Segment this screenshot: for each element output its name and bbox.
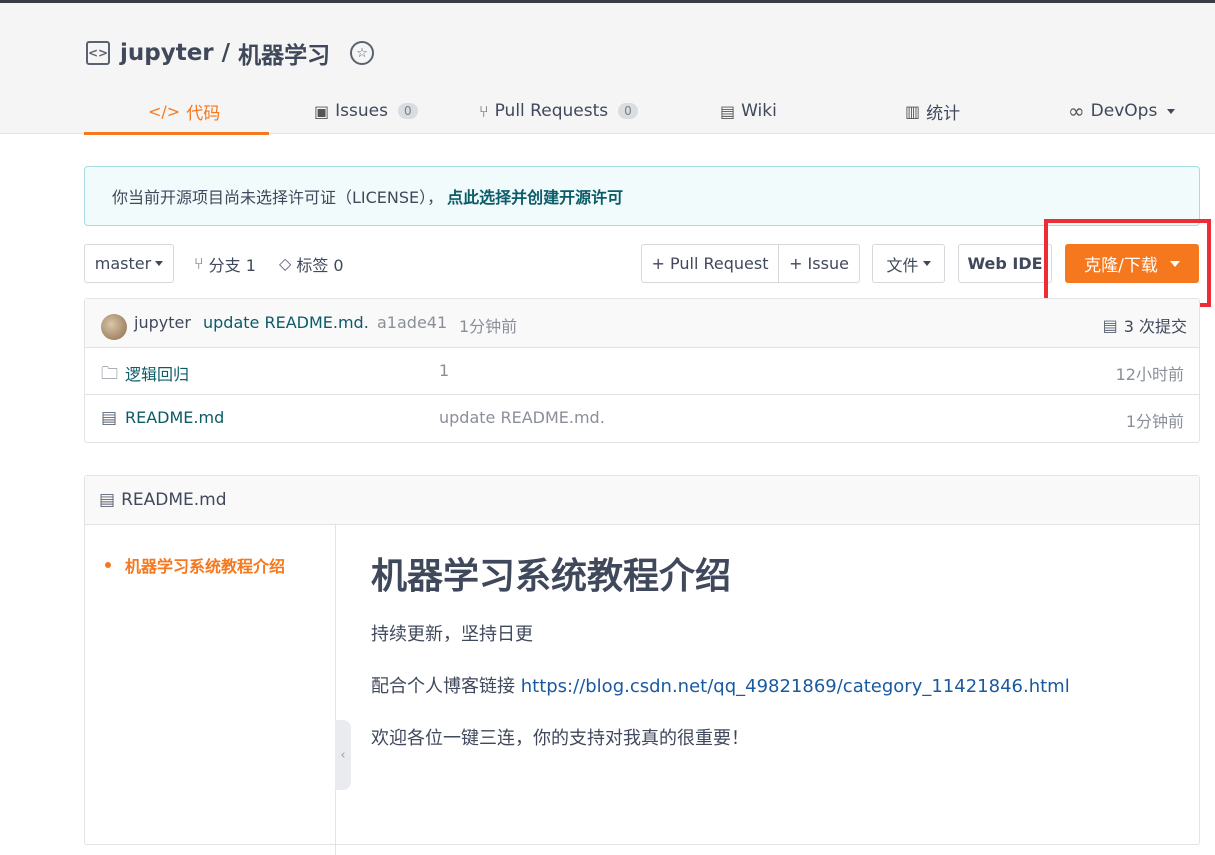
branches-label: 分支 1 <box>208 255 256 275</box>
file-icon: ▤ <box>101 408 118 428</box>
commit-count-label: 3 次提交 <box>1123 317 1187 336</box>
tab-devops[interactable]: ∞ DevOps <box>1068 88 1176 134</box>
list-item[interactable]: 🗀 逻辑回归 1 12小时前 <box>85 348 1199 395</box>
highlight-box <box>1044 219 1211 307</box>
branches-link[interactable]: ⑂ 分支 1 <box>194 244 256 283</box>
tab-issues[interactable]: ▣ Issues 0 <box>314 88 418 134</box>
commit-message[interactable]: update README.md. <box>203 313 369 332</box>
issues-count-badge: 0 <box>397 103 418 119</box>
tab-code-label: 代码 <box>186 103 221 124</box>
tab-pull-requests[interactable]: ⑂ Pull Requests 0 <box>479 88 638 134</box>
blog-link[interactable]: https://blog.csdn.net/qq_49821869/catego… <box>521 676 1070 697</box>
commit-author[interactable]: jupyter <box>134 313 191 332</box>
file-icon: ▤ <box>99 490 116 510</box>
web-ide-label: Web IDE <box>967 254 1043 273</box>
tab-wiki[interactable]: ▤ Wiki <box>720 88 777 134</box>
tab-stats[interactable]: ▥ 统计 <box>905 88 960 134</box>
tab-code[interactable]: </> 代码 <box>148 88 220 134</box>
file-time: 12小时前 <box>1115 365 1184 384</box>
bullet-icon <box>105 562 111 568</box>
readme-header: ▤ README.md <box>85 476 1199 525</box>
branch-icon: ⑂ <box>194 254 204 273</box>
repo-name[interactable]: 机器学习 <box>238 36 330 70</box>
tab-stats-label: 统计 <box>926 103 961 124</box>
file-name[interactable]: README.md <box>125 408 224 427</box>
tab-wiki-label: Wiki <box>741 101 777 121</box>
file-list: jupyter update README.md. a1ade41 1分钟前 ▤… <box>84 298 1200 443</box>
tag-icon: ◇ <box>279 254 292 273</box>
chevron-down-icon <box>1167 108 1176 114</box>
list-item[interactable]: ▤ README.md update README.md. 1分钟前 <box>85 395 1199 442</box>
readme-line-1: 持续更新，坚持日更 <box>371 624 533 645</box>
new-issue-label: + Issue <box>789 254 849 273</box>
toc-item-label: 机器学习系统教程介绍 <box>125 557 286 576</box>
commit-history-icon: ▤ <box>1102 315 1118 335</box>
readme-panel: ▤ README.md 机器学习系统教程介绍 ‹ 机器学习系统教程介绍 持续更新… <box>84 475 1200 855</box>
chevron-down-icon <box>922 261 931 266</box>
create-license-link[interactable]: 点此选择并创建开源许可 <box>447 184 623 208</box>
repo-toolbar: master ⑂ 分支 1 ◇ 标签 0 + Pull Request + Is… <box>84 244 1200 284</box>
repo-owner[interactable]: jupyter <box>120 40 214 66</box>
pull-requests-count-badge: 0 <box>618 103 638 119</box>
file-time: 1分钟前 <box>1125 412 1184 431</box>
file-menu-button[interactable]: 文件 <box>872 244 945 283</box>
recommend-badge-icon[interactable]: ☆ <box>350 41 375 65</box>
repo-separator: / <box>221 40 231 66</box>
file-menu-label: 文件 <box>886 255 919 275</box>
new-pull-request-label: + Pull Request <box>651 254 769 273</box>
file-commit-message[interactable]: 1 <box>439 361 449 380</box>
file-name[interactable]: 逻辑回归 <box>125 361 189 385</box>
repo-tabs: </> 代码 ▣ Issues 0 ⑂ Pull Requests 0 ▤ Wi… <box>84 88 1199 135</box>
code-icon: </> <box>148 101 181 121</box>
commit-hash[interactable]: a1ade41 <box>377 313 447 332</box>
chevron-down-icon <box>155 261 164 266</box>
issues-icon: ▣ <box>314 101 330 121</box>
toc-item[interactable]: 机器学习系统教程介绍 <box>105 553 285 577</box>
web-ide-button[interactable]: Web IDE <box>958 244 1052 283</box>
active-tab-indicator <box>84 132 269 135</box>
readme-filename: README.md <box>121 490 227 510</box>
tab-issues-label: Issues <box>335 101 388 121</box>
new-issue-button[interactable]: + Issue <box>778 244 860 283</box>
license-notice-text: 你当前开源项目尚未选择许可证（LICENSE）， <box>112 188 444 207</box>
commit-time: 1分钟前 <box>459 317 518 336</box>
wiki-icon: ▤ <box>720 101 736 121</box>
readme-title: 机器学习系统教程介绍 <box>371 556 732 597</box>
branch-select[interactable]: master <box>84 244 174 283</box>
folder-icon: 🗀 <box>101 364 118 384</box>
tags-label: 标签 0 <box>296 255 344 275</box>
pull-request-icon: ⑂ <box>479 101 489 121</box>
tags-link[interactable]: ◇ 标签 0 <box>279 244 344 283</box>
tab-pull-requests-label: Pull Requests <box>494 101 609 121</box>
latest-commit-row: jupyter update README.md. a1ade41 1分钟前 ▤… <box>85 299 1199 348</box>
infinity-icon: ∞ <box>1068 99 1085 123</box>
repo-header: <> jupyter / 机器学习 ☆ </> 代码 ▣ Issues 0 ⑂ … <box>0 3 1215 135</box>
stats-icon: ▥ <box>905 101 921 121</box>
readme-toc: 机器学习系统教程介绍 <box>85 525 336 855</box>
chevron-left-icon: ‹ <box>340 747 346 763</box>
readme-line-3: 欢迎各位一键三连，你的支持对我真的很重要！ <box>371 728 749 749</box>
license-notice: 你当前开源项目尚未选择许可证（LICENSE）， 点此选择并创建开源许可 <box>84 166 1200 226</box>
collapse-toc-button[interactable]: ‹ <box>335 720 351 790</box>
readme-line-2: 配合个人博客链接 https://blog.csdn.net/qq_498218… <box>371 672 1070 698</box>
avatar[interactable] <box>101 314 127 340</box>
file-commit-message[interactable]: update README.md. <box>439 408 605 427</box>
new-pull-request-button[interactable]: + Pull Request <box>641 244 779 283</box>
repo-icon: <> <box>86 41 110 65</box>
branch-select-value: master <box>94 254 152 273</box>
tab-devops-label: DevOps <box>1090 101 1158 121</box>
repo-title: <> jupyter / 机器学习 ☆ <box>86 36 375 70</box>
readme-line-2-prefix: 配合个人博客链接 <box>371 676 521 697</box>
commit-count-link[interactable]: ▤ 3 次提交 <box>1103 313 1187 337</box>
